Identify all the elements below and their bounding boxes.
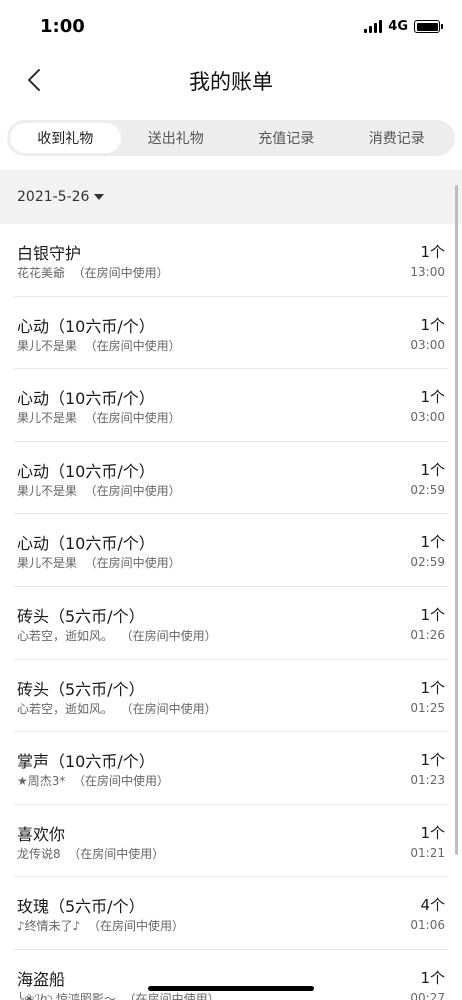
usage-note: （在房间中使用） bbox=[72, 266, 169, 280]
gift-name: 玫瑰（5六币/个） bbox=[17, 897, 145, 917]
page-title: 我的账单 bbox=[189, 70, 273, 94]
gift-quantity: 1个 bbox=[420, 823, 445, 842]
date-filter[interactable]: 2021-5-26 bbox=[0, 170, 462, 224]
battery-icon bbox=[414, 20, 443, 33]
record-time: 01:26 bbox=[410, 627, 445, 642]
sender-name: 果儿不是果 bbox=[17, 483, 78, 498]
record-time: 01:06 bbox=[410, 918, 445, 933]
gift-quantity: 1个 bbox=[420, 315, 445, 334]
usage-note: （在房间中使用） bbox=[84, 556, 181, 571]
sender-info: 龙传说8 （在房间中使用） bbox=[17, 845, 164, 862]
gift-quantity: 1个 bbox=[420, 605, 445, 624]
tab-recharge-records[interactable]: 充值记录 bbox=[231, 123, 342, 153]
tab-sent-gifts[interactable]: 送出礼物 bbox=[121, 123, 232, 153]
network-type: 4G bbox=[388, 19, 408, 34]
record-time: 03:00 bbox=[410, 410, 445, 425]
gift-name: 心动（10六币/个） bbox=[17, 316, 155, 336]
sender-name: 果儿不是果 bbox=[17, 338, 78, 353]
usage-note: （在房间中使用） bbox=[87, 919, 184, 934]
home-indicator bbox=[148, 986, 314, 991]
scrollbar[interactable] bbox=[455, 185, 458, 855]
gift-quantity: 1个 bbox=[420, 678, 445, 697]
date-filter-value: 2021-5-26 bbox=[17, 189, 90, 205]
status-time: 1:00 bbox=[40, 16, 85, 37]
sender-info: 花花美爺 （在房间中使用） bbox=[17, 264, 169, 281]
sender-info: ★周杰3* （在房间中使用） bbox=[17, 772, 169, 789]
sender-info: ╰❀ℐℎ◝ 惊鸿照影～ （在房间中使用） bbox=[17, 990, 220, 1000]
sender-name: ♪终情未了♪ bbox=[17, 919, 81, 934]
tab-consumption-records[interactable]: 消费记录 bbox=[342, 123, 453, 153]
usage-note: （在房间中使用） bbox=[123, 991, 220, 1000]
sender-name: 龙传说8 bbox=[17, 846, 61, 861]
sender-name: ╰❀ℐℎ◝ 惊鸿照影～ bbox=[17, 991, 116, 1000]
sender-name: 心若空，逝如风。 bbox=[17, 628, 114, 643]
record-list: 白银守护 花花美爺 （在房间中使用） 1个 13:00 心动（10六币/个） 果儿不是果 … bbox=[14, 224, 448, 1000]
list-item[interactable]: 心动（10六币/个） 果儿不是果 （在房间中使用） 1个 02:59 bbox=[14, 514, 448, 587]
gift-quantity: 1个 bbox=[420, 533, 445, 552]
usage-note: （在房间中使用） bbox=[84, 483, 181, 498]
record-time: 13:00 bbox=[410, 265, 445, 279]
gift-name: 白银守护 bbox=[17, 244, 82, 263]
list-item[interactable]: 心动（10六币/个） 果儿不是果 （在房间中使用） 1个 03:00 bbox=[14, 369, 448, 442]
usage-note: （在房间中使用） bbox=[68, 846, 165, 861]
record-time: 01:23 bbox=[410, 773, 445, 788]
list-item[interactable]: 白银守护 花花美爺 （在房间中使用） 1个 13:00 bbox=[14, 224, 448, 297]
record-time: 01:21 bbox=[410, 845, 445, 860]
gift-quantity: 1个 bbox=[420, 460, 445, 479]
list-item[interactable]: 掌声（10六币/个） ★周杰3* （在房间中使用） 1个 01:23 bbox=[14, 732, 448, 805]
record-time: 02:59 bbox=[410, 482, 445, 497]
sender-info: 心若空，逝如风。 （在房间中使用） bbox=[17, 627, 217, 644]
gift-name: 心动（10六币/个） bbox=[17, 461, 155, 481]
gift-quantity: 1个 bbox=[420, 968, 445, 987]
list-item[interactable]: 海盗船 ╰❀ℐℎ◝ 惊鸿照影～ （在房间中使用） 1个 00:27 bbox=[14, 950, 448, 1000]
signal-icon bbox=[364, 20, 383, 33]
list-item[interactable]: 心动（10六币/个） 果儿不是果 （在房间中使用） 1个 03:00 bbox=[14, 297, 448, 370]
gift-quantity: 1个 bbox=[420, 243, 445, 261]
sender-info: 果儿不是果 （在房间中使用） bbox=[17, 482, 181, 499]
tab-received-gifts[interactable]: 收到礼物 bbox=[10, 123, 121, 153]
sender-name: 果儿不是果 bbox=[17, 556, 78, 571]
record-time: 01:25 bbox=[410, 700, 445, 715]
gift-name: 心动（10六币/个） bbox=[17, 389, 155, 409]
gift-quantity: 4个 bbox=[420, 896, 445, 915]
list-item[interactable]: 砖头（5六币/个） 心若空，逝如风。 （在房间中使用） 1个 01:25 bbox=[14, 660, 448, 733]
status-bar: 1:00 4G bbox=[0, 0, 462, 56]
gift-name: 心动（10六币/个） bbox=[17, 534, 155, 554]
tab-bar: 收到礼物 送出礼物 充值记录 消费记录 bbox=[7, 120, 455, 156]
gift-name: 喜欢你 bbox=[17, 824, 66, 844]
usage-note: （在房间中使用） bbox=[120, 628, 217, 643]
caret-down-icon bbox=[94, 194, 105, 200]
sender-name: 花花美爺 bbox=[17, 266, 66, 280]
sender-name: ★周杰3* bbox=[17, 774, 66, 789]
nav-bar: 我的账单 bbox=[0, 56, 462, 104]
gift-name: 海盗船 bbox=[17, 969, 66, 989]
record-time: 02:59 bbox=[410, 555, 445, 570]
gift-quantity: 1个 bbox=[420, 388, 445, 407]
status-indicators: 4G bbox=[364, 19, 443, 34]
usage-note: （在房间中使用） bbox=[84, 338, 181, 353]
gift-name: 砖头（5六币/个） bbox=[17, 606, 145, 626]
usage-note: （在房间中使用） bbox=[84, 411, 181, 426]
list-item[interactable]: 砖头（5六币/个） 心若空，逝如风。 （在房间中使用） 1个 01:26 bbox=[14, 587, 448, 660]
list-item[interactable]: 喜欢你 龙传说8 （在房间中使用） 1个 01:21 bbox=[14, 805, 448, 878]
sender-info: 心若空，逝如风。 （在房间中使用） bbox=[17, 700, 217, 717]
gift-name: 砖头（5六币/个） bbox=[17, 679, 145, 699]
list-item[interactable]: 玫瑰（5六币/个） ♪终情未了♪ （在房间中使用） 4个 01:06 bbox=[14, 877, 448, 950]
sender-info: 果儿不是果 （在房间中使用） bbox=[17, 337, 181, 354]
gift-name: 掌声（10六币/个） bbox=[17, 752, 155, 772]
record-time: 00:27 bbox=[410, 990, 445, 1000]
list-item[interactable]: 心动（10六币/个） 果儿不是果 （在房间中使用） 1个 02:59 bbox=[14, 442, 448, 515]
record-time: 03:00 bbox=[410, 337, 445, 352]
sender-info: 果儿不是果 （在房间中使用） bbox=[17, 409, 181, 426]
sender-name: 心若空，逝如风。 bbox=[17, 701, 114, 716]
usage-note: （在房间中使用） bbox=[120, 701, 217, 716]
gift-quantity: 1个 bbox=[420, 751, 445, 770]
sender-info: 果儿不是果 （在房间中使用） bbox=[17, 554, 181, 571]
sender-info: ♪终情未了♪ （在房间中使用） bbox=[17, 917, 184, 934]
usage-note: （在房间中使用） bbox=[73, 774, 170, 789]
sender-name: 果儿不是果 bbox=[17, 411, 78, 426]
